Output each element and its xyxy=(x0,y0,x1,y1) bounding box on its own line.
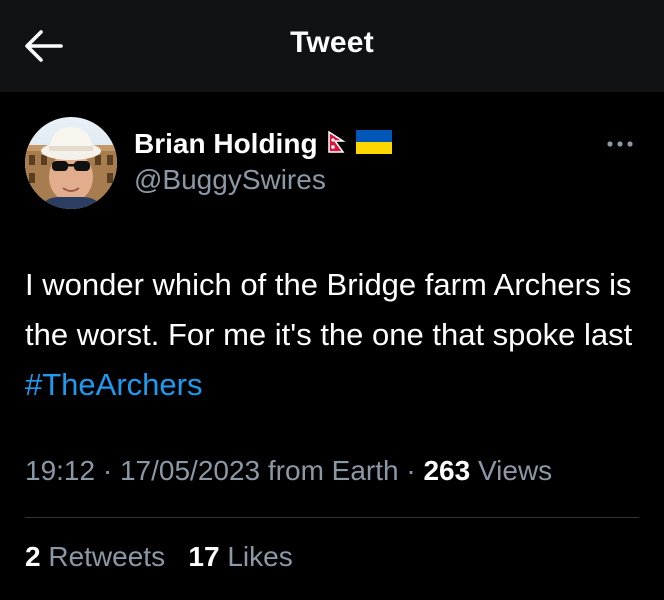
hashtag-link[interactable]: #TheArchers xyxy=(25,367,202,402)
author-handle[interactable]: @BuggySwires xyxy=(134,164,326,196)
meta-separator: · xyxy=(406,455,416,486)
page-title: Tweet xyxy=(290,26,374,59)
avatar[interactable] xyxy=(25,117,117,209)
avatar-image xyxy=(25,117,117,209)
engagement-stats: 2 Retweets 17 Likes xyxy=(25,541,293,573)
retweets-label: Retweets xyxy=(48,541,166,572)
retweets-count: 2 xyxy=(25,541,41,572)
likes-count: 17 xyxy=(188,541,220,572)
retweets-stat[interactable]: 2 Retweets xyxy=(25,541,165,572)
more-horizontal-icon xyxy=(607,141,633,147)
author-name[interactable]: Brian Holding xyxy=(134,128,318,160)
views-label: Views xyxy=(477,455,553,486)
meta-separator: · xyxy=(102,455,113,486)
more-options-button[interactable] xyxy=(600,132,640,156)
likes-stat[interactable]: 17 Likes xyxy=(188,541,292,572)
nepal-flag-icon xyxy=(327,130,346,158)
tweet-date[interactable]: 17/05/2023 xyxy=(120,455,260,486)
author-row: Brian Holding xyxy=(134,124,392,164)
tweet-source: from Earth xyxy=(267,455,399,486)
tweet-text: I wonder which of the Bridge farm Archer… xyxy=(25,260,645,410)
tweet-meta: 19:12 · 17/05/2023 from Earth · 263 View… xyxy=(25,455,645,487)
ukraine-flag-icon xyxy=(355,129,392,159)
top-bar: Tweet xyxy=(0,0,664,92)
tweet-time[interactable]: 19:12 xyxy=(25,455,95,486)
tweet-body: I wonder which of the Bridge farm Archer… xyxy=(25,267,633,352)
views-count: 263 xyxy=(423,455,471,486)
divider xyxy=(25,517,639,518)
likes-label: Likes xyxy=(227,541,293,572)
